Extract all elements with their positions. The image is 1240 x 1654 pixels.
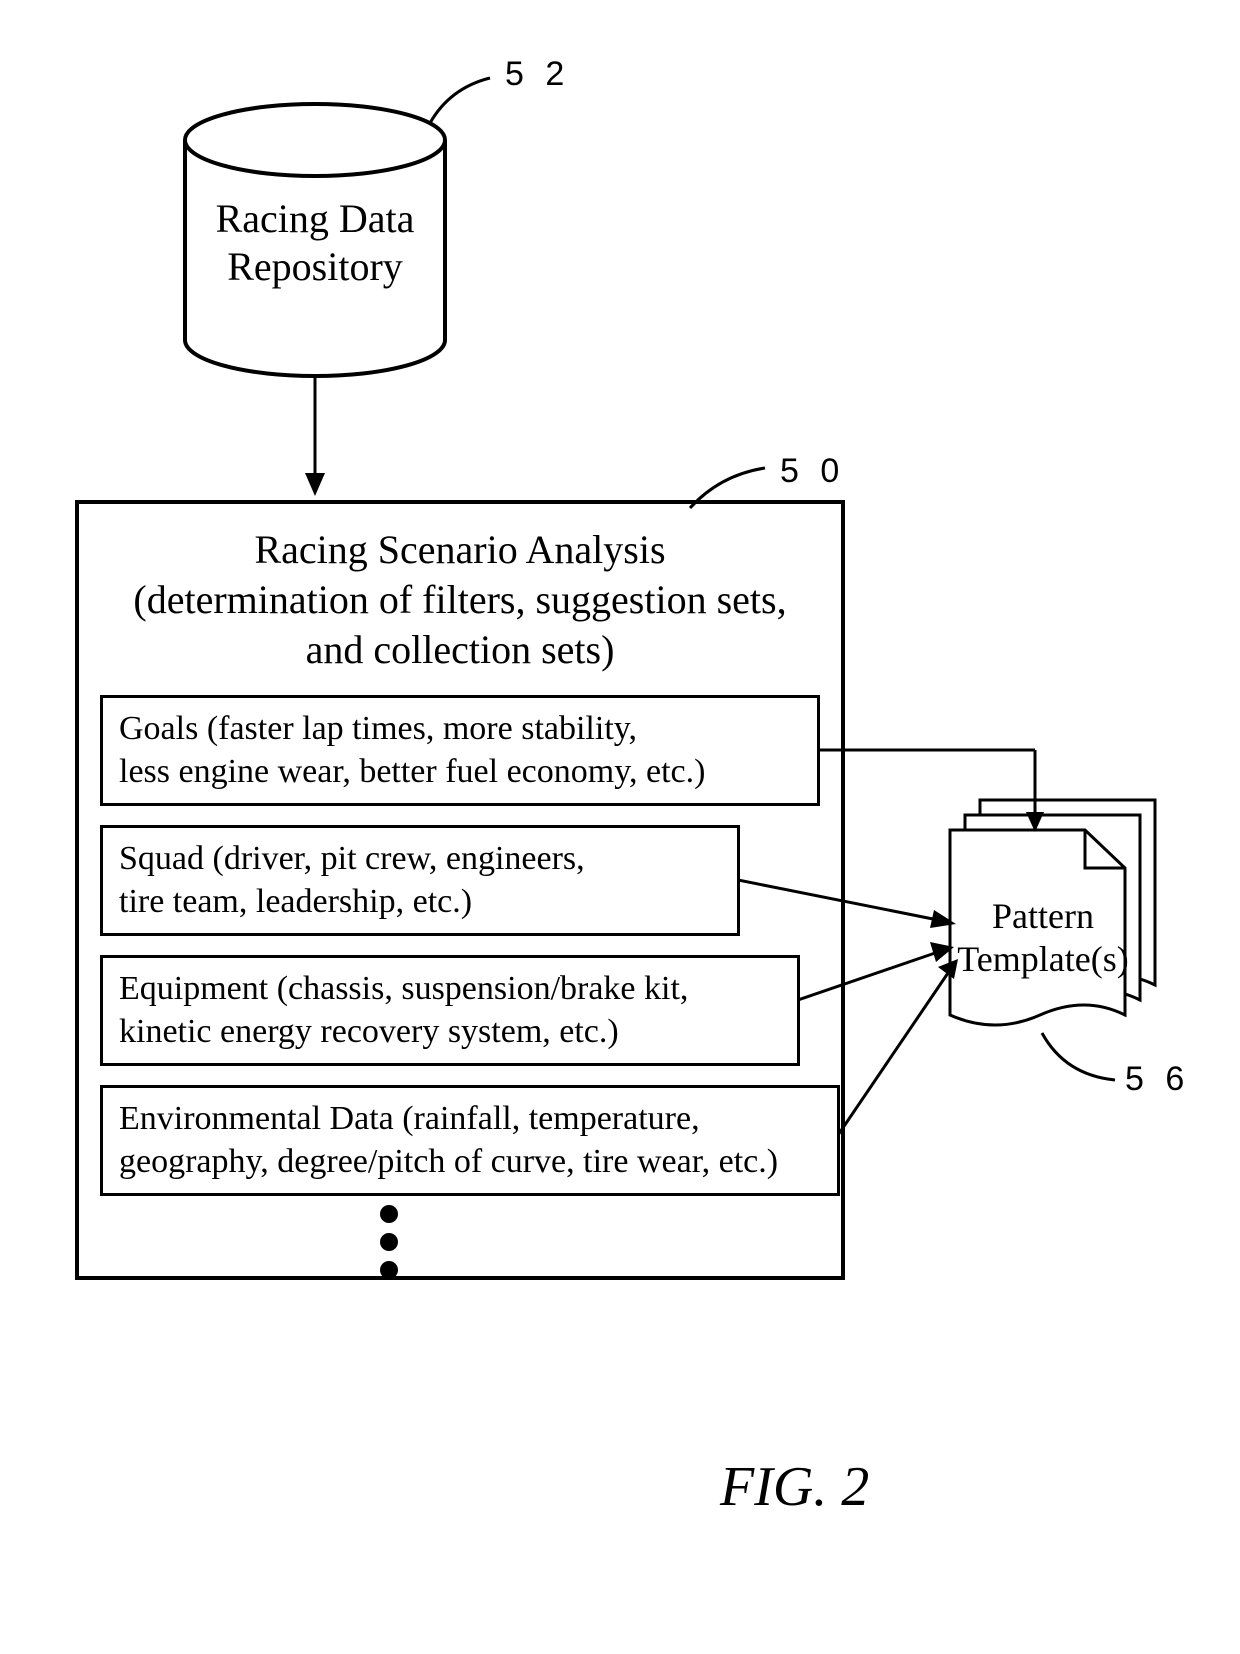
figure-label: FIG. 2: [720, 1455, 869, 1519]
arrow-db-to-analysis: [300, 378, 330, 498]
analysis-title: Racing Scenario Analysis (determination …: [90, 525, 830, 675]
ref-tick-52: [420, 68, 510, 138]
analysis-title-line2: (determination of filters, suggestion se…: [90, 575, 830, 625]
item-goals: Goals (faster lap times, more stability,…: [100, 695, 820, 806]
ellipsis-dot: [380, 1205, 398, 1223]
diagram-stage: Racing Data Repository 5 2 5 0 Racing Sc…: [0, 0, 1240, 1654]
item-env: Environmental Data (rainfall, temperatur…: [100, 1085, 840, 1196]
ref-tick-50: [680, 460, 780, 520]
database-label: Racing Data Repository: [180, 195, 450, 291]
ref-label-52: 5 2: [505, 55, 570, 94]
arrow-goals-to-templates: [820, 740, 1080, 860]
arrow-env-to-templates: [838, 955, 978, 1145]
analysis-title-line3: and collection sets): [90, 625, 830, 675]
db-text-line1: Racing Data: [180, 195, 450, 243]
arrow-squad-to-templates: [738, 870, 968, 950]
db-text-line2: Repository: [180, 243, 450, 291]
ref-label-56: 5 6: [1125, 1060, 1190, 1099]
ref-label-50: 5 0: [780, 452, 845, 491]
ellipsis-dot: [380, 1261, 398, 1279]
ref-tick-56: [1030, 1025, 1130, 1095]
pt-line1: Pattern: [948, 895, 1138, 938]
item-squad: Squad (driver, pit crew, engineers, tire…: [100, 825, 740, 936]
item-equipment: Equipment (chassis, suspension/brake kit…: [100, 955, 800, 1066]
ellipsis-dot: [380, 1233, 398, 1251]
analysis-title-line1: Racing Scenario Analysis: [90, 525, 830, 575]
